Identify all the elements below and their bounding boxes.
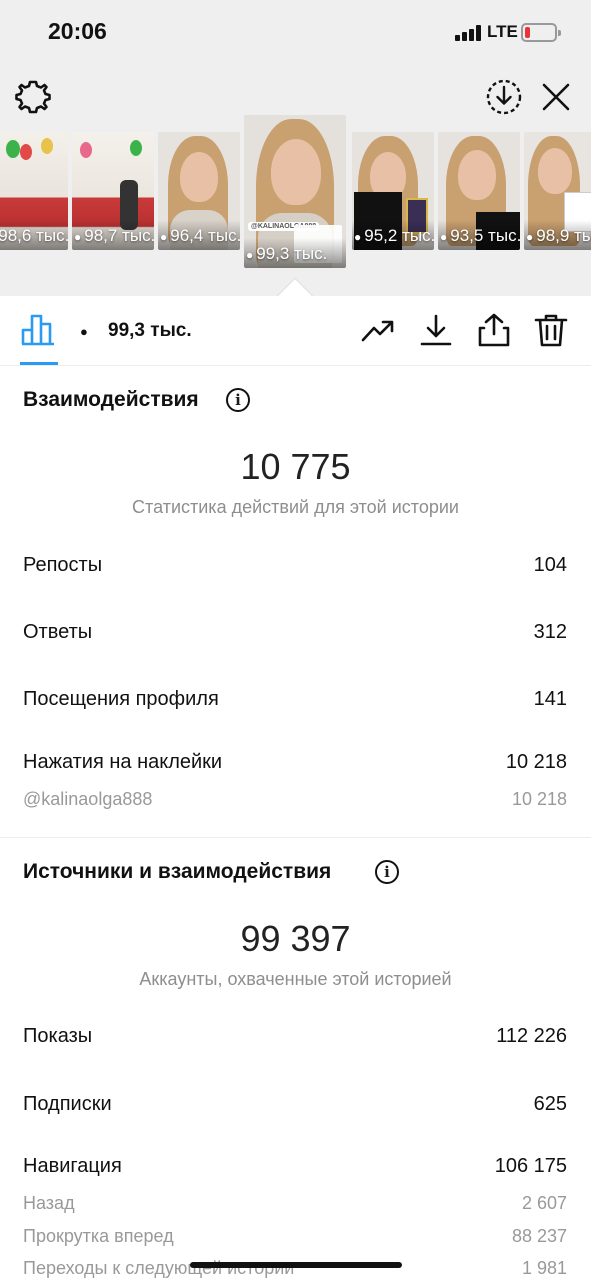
- status-time: 20:06: [48, 18, 107, 44]
- active-tab-indicator: [20, 362, 58, 365]
- download-icon[interactable]: [418, 312, 454, 348]
- navigation-sub-label: Прокрутка вперед: [23, 1226, 174, 1246]
- stat-row-label: Нажатия на наклейки: [23, 751, 223, 773]
- eye-icon: ●: [246, 248, 254, 262]
- stat-row-value: 312: [533, 621, 567, 643]
- stat-row-label: Показы: [23, 1025, 93, 1047]
- download-circle-icon[interactable]: [485, 78, 523, 116]
- eye-icon: ●: [74, 230, 82, 244]
- eye-icon: ●: [80, 324, 88, 339]
- story-views: ● 93,5 тыс.: [440, 226, 520, 245]
- discovery-title: Источники и взаимодействия: [23, 860, 332, 883]
- stat-row-value: 112 226: [496, 1025, 567, 1047]
- navigation-sub-label: Назад: [23, 1193, 75, 1213]
- info-icon[interactable]: i: [375, 860, 399, 884]
- story-thumbnail[interactable]: ●98,9 тыс.: [524, 132, 591, 250]
- trash-icon[interactable]: [533, 312, 569, 348]
- section-divider: [0, 837, 591, 838]
- share-icon[interactable]: [476, 312, 512, 348]
- story-views: ● 99,3 тыс.: [246, 244, 328, 263]
- story-views: ● 95,2 тыс.: [354, 226, 434, 245]
- reach-caption: Аккаунты, охваченные этой историей: [139, 969, 452, 989]
- settings-gear-icon[interactable]: [14, 78, 52, 116]
- story-views: ●98,9 тыс.: [526, 226, 591, 245]
- stat-row-value: 104: [533, 554, 567, 576]
- info-icon[interactable]: i: [226, 388, 250, 412]
- insights-toolbar: ● 99,3 тыс.: [0, 296, 591, 366]
- eye-icon: ●: [440, 230, 448, 244]
- trending-up-icon[interactable]: [360, 312, 396, 348]
- stat-row-label: Посещения профиля: [23, 688, 219, 710]
- story-views: ● 96,4 тыс.: [160, 226, 240, 245]
- stat-row-value: 106 175: [494, 1155, 567, 1177]
- stat-row-value: 141: [533, 688, 567, 710]
- navigation-sub-value: 88 237: [511, 1226, 567, 1246]
- story-thumbnail[interactable]: ●98,6 тыс.: [0, 132, 68, 250]
- story-thumbnail[interactable]: ● 98,7 тыс.: [72, 132, 154, 250]
- stat-row-label: Подписки: [23, 1093, 112, 1115]
- stat-row-label: Репосты: [23, 554, 103, 576]
- story-header: 20:06 LTE ●98,6 тыс. ●98,7 тыс.: [0, 0, 591, 296]
- navigation-sub-value: 2 607: [521, 1193, 567, 1213]
- network-type: LTE: [487, 22, 518, 41]
- home-indicator[interactable]: [190, 1262, 402, 1268]
- battery-icon: [521, 23, 561, 42]
- eye-icon: ●: [354, 230, 362, 244]
- stat-row-value: 625: [533, 1093, 567, 1115]
- bar-chart-icon[interactable]: [21, 312, 57, 346]
- sticker-mention-label[interactable]: @kalinaolga888: [23, 789, 152, 810]
- eye-icon: ●: [526, 230, 534, 244]
- story-thumbnail[interactable]: ● 95,2 тыс.: [352, 132, 434, 250]
- story-thumbnail[interactable]: ● 96,4 тыс.: [158, 132, 240, 250]
- interactions-total: 10 775: [240, 446, 351, 487]
- stat-row-label: Навигация: [23, 1155, 122, 1177]
- interactions-caption: Статистика действий для этой истории: [132, 497, 459, 517]
- status-bar: 20:06 LTE: [0, 0, 591, 64]
- interactions-title: Взаимодействия: [23, 388, 199, 411]
- sticker-mention-value: 10 218: [511, 789, 567, 809]
- stat-row-label: Ответы: [23, 621, 93, 643]
- story-views: ● 98,7 тыс.: [74, 226, 154, 245]
- navigation-sub-value: 1 981: [521, 1258, 567, 1278]
- stat-row-value: 10 218: [505, 751, 567, 773]
- story-views: ●98,6 тыс.: [0, 226, 68, 245]
- close-icon[interactable]: [539, 80, 573, 114]
- story-thumbnail-active[interactable]: @KALINAOLGA888 ● 99,3 тыс.: [244, 115, 346, 268]
- story-thumbnail[interactable]: ● 93,5 тыс.: [438, 132, 520, 250]
- signal-icon: [455, 25, 483, 41]
- eye-icon: ●: [160, 230, 168, 244]
- story-views-count: 99,3 тыс.: [108, 320, 192, 341]
- reach-total: 99 397: [240, 918, 351, 959]
